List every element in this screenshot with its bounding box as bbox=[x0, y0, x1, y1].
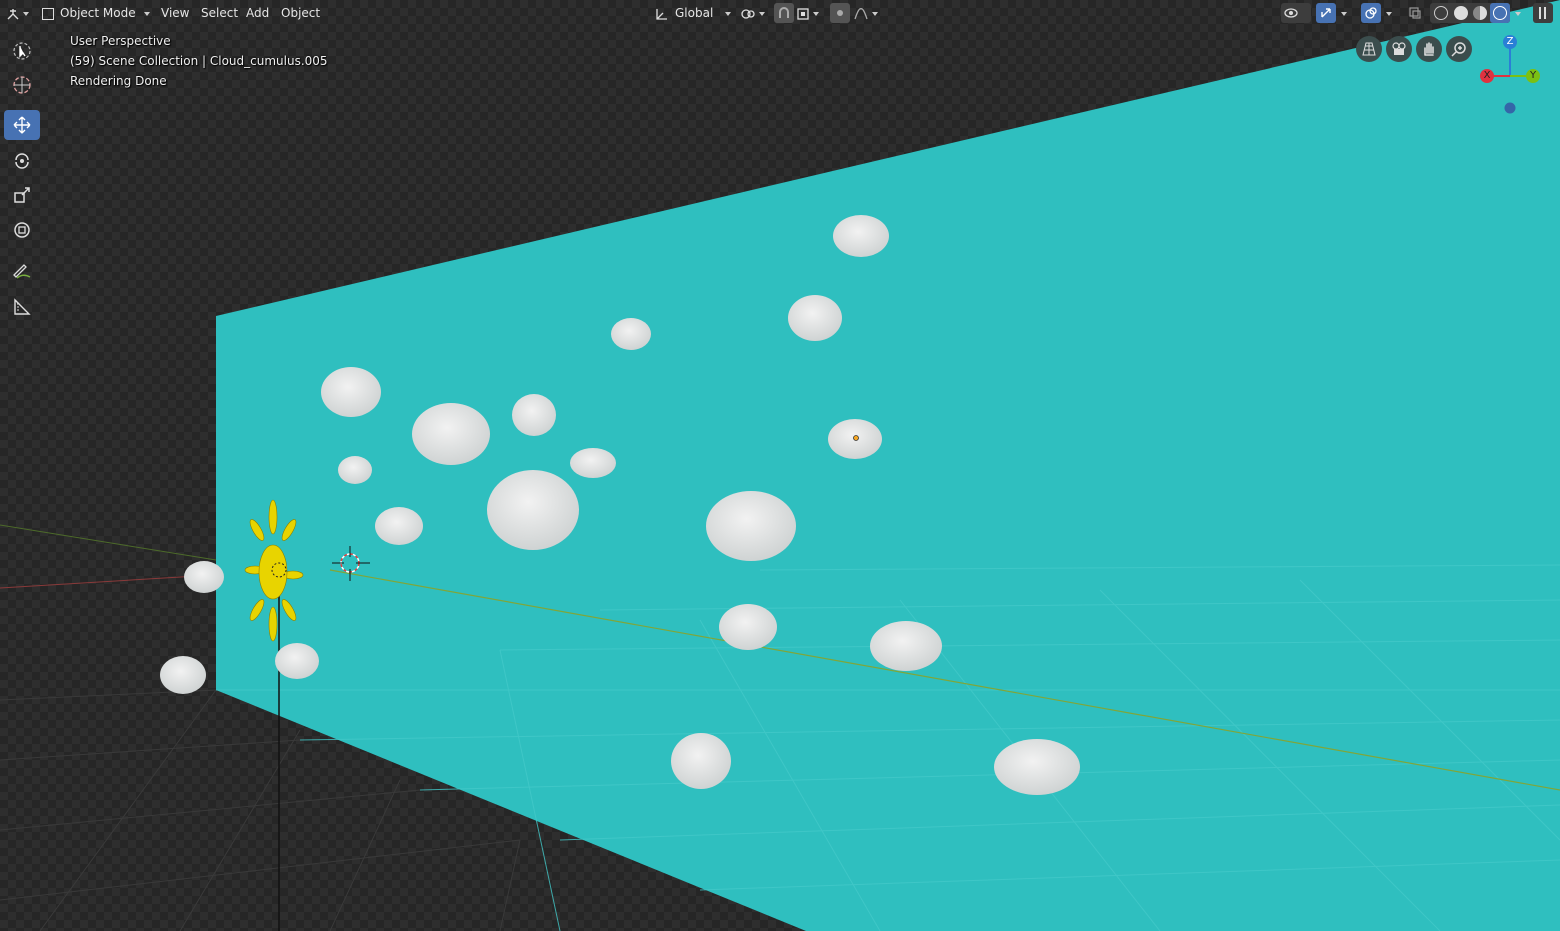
tool-scale[interactable] bbox=[4, 180, 40, 210]
pivot-point-dropdown[interactable] bbox=[740, 3, 765, 23]
menu-view[interactable]: View bbox=[157, 3, 193, 23]
zoom-icon bbox=[1451, 42, 1466, 57]
cloud bbox=[375, 507, 423, 545]
transform-icon bbox=[14, 222, 30, 238]
tool-annotate[interactable] bbox=[4, 256, 40, 286]
magnet-icon bbox=[779, 7, 789, 18]
solid-shading-icon[interactable] bbox=[1454, 6, 1468, 20]
tool-transform[interactable] bbox=[4, 215, 40, 245]
object-mode-icon bbox=[42, 7, 54, 20]
gizmo-x-axis[interactable]: X bbox=[1480, 69, 1494, 83]
gizmo-z-label: Z bbox=[1506, 36, 1514, 47]
grid-perspective-icon bbox=[1362, 42, 1376, 56]
zoom-view-button[interactable] bbox=[1446, 36, 1472, 62]
orientation-label: Global bbox=[675, 6, 714, 20]
cloud bbox=[321, 367, 381, 417]
cloud bbox=[833, 215, 889, 257]
cloud bbox=[994, 739, 1080, 795]
cloud bbox=[671, 733, 731, 789]
cloud bbox=[611, 318, 651, 350]
wireframe-shading-icon[interactable] bbox=[1434, 6, 1448, 20]
xray-toggle[interactable] bbox=[1405, 3, 1425, 23]
object-origin bbox=[853, 435, 859, 441]
snap-increment-icon bbox=[797, 7, 809, 20]
move-icon bbox=[13, 116, 31, 134]
menu-select[interactable]: Select bbox=[197, 3, 242, 23]
visibility-dropdown[interactable] bbox=[1281, 3, 1311, 23]
cloud bbox=[275, 643, 319, 679]
shading-mode-group bbox=[1430, 3, 1510, 23]
cloud bbox=[512, 394, 556, 436]
3d-viewport[interactable] bbox=[0, 0, 1560, 931]
snap-toggle[interactable] bbox=[774, 3, 794, 23]
collection-info-label: (59) Scene Collection | Cloud_cumulus.00… bbox=[70, 54, 328, 68]
pause-render-button[interactable] bbox=[1533, 3, 1553, 23]
gizmo-toggle[interactable] bbox=[1316, 3, 1336, 23]
xray-icon bbox=[1409, 7, 1421, 19]
tool-measure[interactable] bbox=[4, 292, 40, 322]
gizmo-y-axis[interactable]: Y bbox=[1526, 69, 1540, 83]
cloud bbox=[412, 403, 490, 465]
measure-icon bbox=[14, 298, 31, 315]
gizmo-z-axis[interactable]: Z bbox=[1503, 35, 1517, 49]
hand-icon bbox=[1424, 42, 1434, 56]
cloud bbox=[788, 295, 842, 341]
cursor-icon bbox=[13, 76, 31, 94]
pause-icon bbox=[1539, 7, 1541, 19]
cloud bbox=[870, 621, 942, 671]
cloud bbox=[184, 561, 224, 593]
proportional-edit-toggle[interactable] bbox=[830, 3, 850, 23]
camera-view-button[interactable] bbox=[1386, 36, 1412, 62]
orientation-dropdown[interactable]: Global bbox=[655, 3, 732, 23]
view-name-label: User Perspective bbox=[70, 34, 171, 48]
cloud bbox=[160, 656, 206, 694]
annotate-icon bbox=[13, 264, 31, 279]
snap-target-dropdown[interactable] bbox=[796, 3, 819, 23]
falloff-icon bbox=[854, 7, 868, 19]
tool-select-box[interactable] bbox=[4, 36, 40, 66]
mode-dropdown[interactable]: Object Mode bbox=[42, 3, 150, 23]
eye-icon bbox=[1284, 8, 1298, 18]
cloud bbox=[338, 456, 372, 484]
overlays-icon bbox=[1365, 7, 1377, 19]
pan-view-button[interactable] bbox=[1416, 36, 1442, 62]
proportional-edit-icon bbox=[837, 10, 843, 16]
cloud bbox=[719, 604, 777, 650]
shading-dropdown[interactable] bbox=[1512, 3, 1526, 23]
rendered-shading-icon[interactable] bbox=[1490, 3, 1510, 23]
scale-icon bbox=[14, 187, 30, 203]
editor-type-button[interactable] bbox=[6, 3, 34, 23]
falloff-dropdown[interactable] bbox=[853, 3, 878, 23]
toggle-ortho-button[interactable] bbox=[1356, 36, 1382, 62]
rotate-icon bbox=[15, 153, 29, 169]
gizmo-dropdown[interactable] bbox=[1338, 3, 1352, 23]
tool-move[interactable] bbox=[4, 110, 40, 140]
cloud bbox=[570, 448, 616, 478]
render-status-label: Rendering Done bbox=[70, 74, 167, 88]
tool-rotate[interactable] bbox=[4, 145, 40, 175]
pivot-icon bbox=[741, 8, 755, 19]
tool-cursor[interactable] bbox=[4, 70, 40, 100]
menu-add[interactable]: Add bbox=[242, 3, 273, 23]
overlays-toggle[interactable] bbox=[1361, 3, 1381, 23]
viewport-header: Object Mode View Select Add Object Globa… bbox=[0, 0, 1560, 26]
gizmo-y-label: Y bbox=[1529, 70, 1537, 81]
navigation-gizmo[interactable]: Z Y X bbox=[1476, 34, 1546, 118]
mode-label: Object Mode bbox=[60, 6, 136, 20]
editor-type-icon bbox=[7, 8, 19, 19]
overlays-dropdown[interactable] bbox=[1383, 3, 1397, 23]
cloud bbox=[487, 470, 579, 550]
gizmo-icon bbox=[1321, 8, 1331, 18]
select-box-icon bbox=[13, 42, 31, 60]
material-shading-icon[interactable] bbox=[1473, 6, 1487, 20]
gizmo-x-label: X bbox=[1483, 70, 1491, 81]
orientation-icon bbox=[656, 8, 667, 20]
camera-icon bbox=[1392, 42, 1406, 55]
cloud bbox=[706, 491, 796, 561]
menu-object[interactable]: Object bbox=[277, 3, 324, 23]
